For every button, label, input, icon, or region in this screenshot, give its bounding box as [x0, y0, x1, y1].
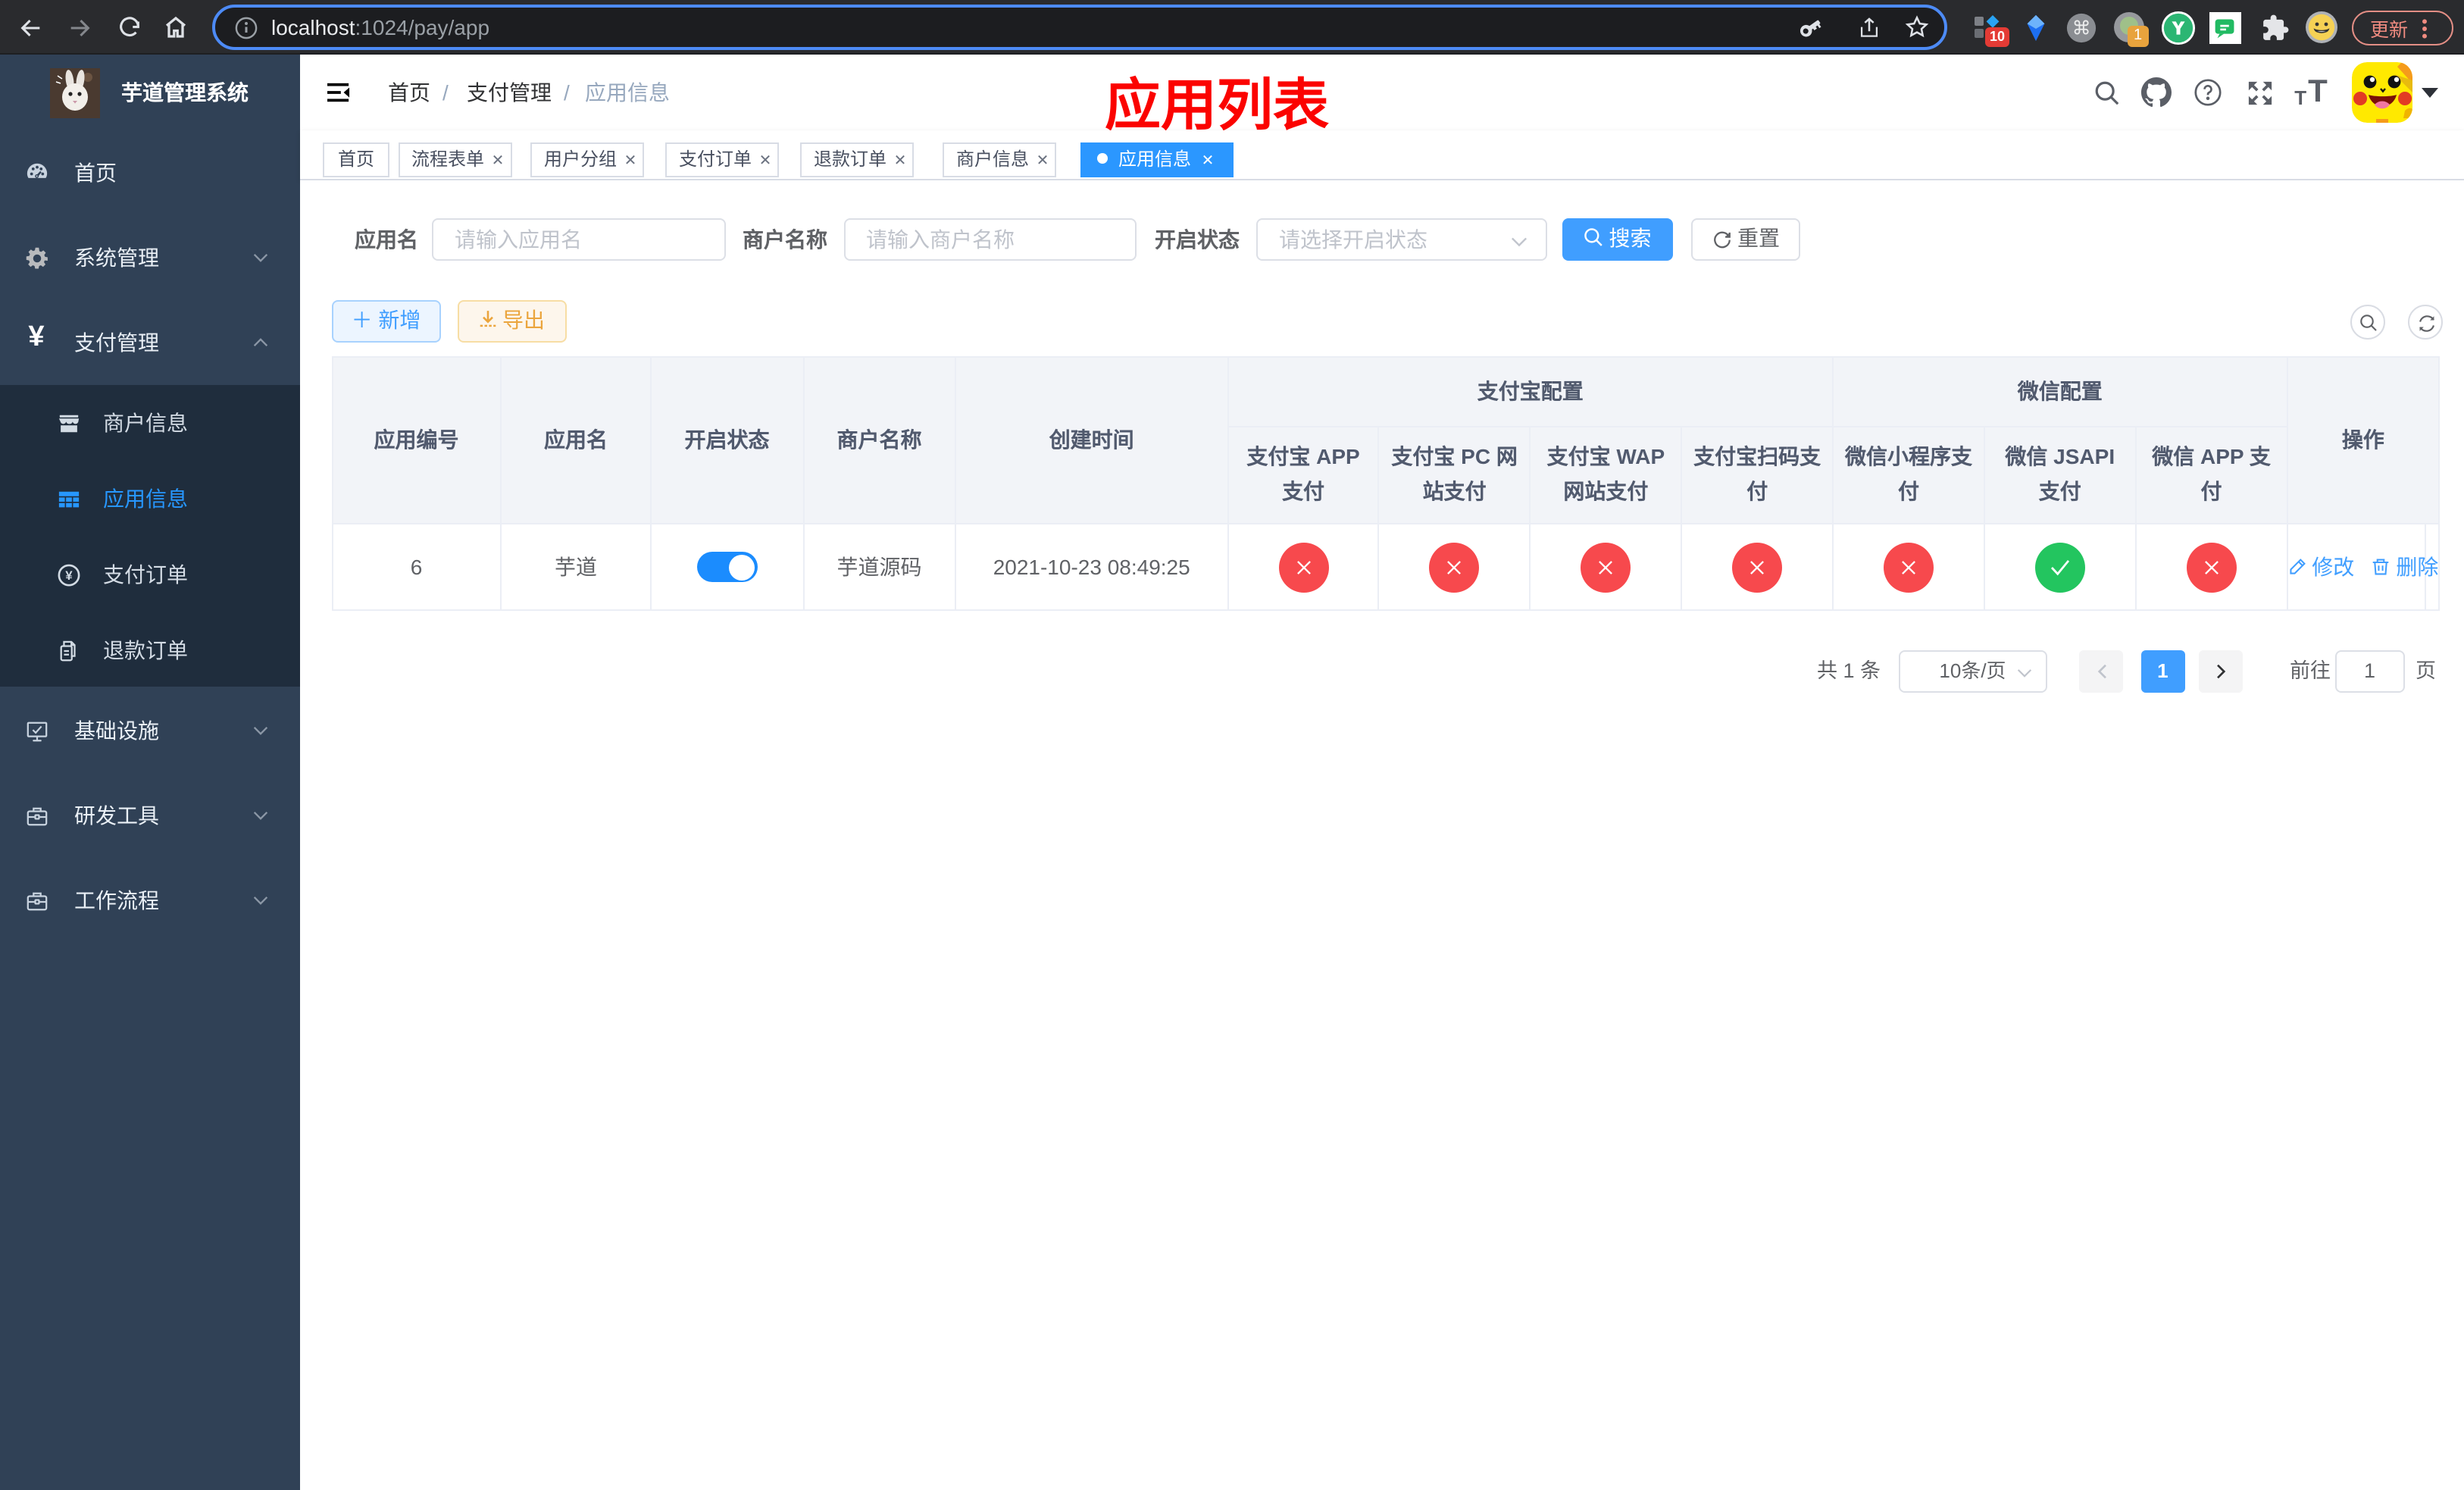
svg-text:¥: ¥	[65, 568, 73, 583]
svg-text:⌘: ⌘	[2072, 18, 2090, 39]
